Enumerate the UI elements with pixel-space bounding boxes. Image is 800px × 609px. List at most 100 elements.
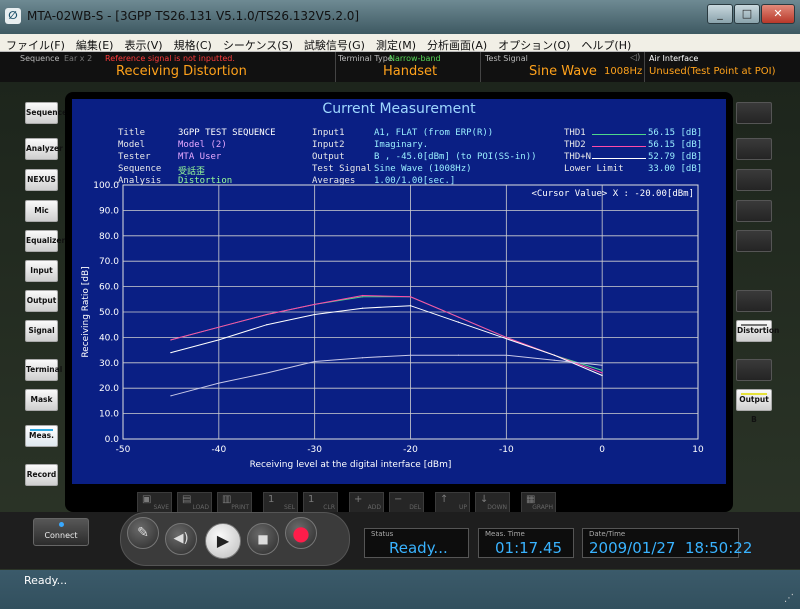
save-label: SAVE xyxy=(153,504,169,511)
menu-sequence[interactable]: シーケンス(S) xyxy=(217,35,298,53)
equalizer-button[interactable]: Equalizer xyxy=(25,230,65,252)
connect-button[interactable]: Connect xyxy=(33,518,89,546)
terminal-label: Terminal Type xyxy=(338,54,393,63)
data-point xyxy=(601,374,603,377)
menu-view[interactable]: 表示(V) xyxy=(118,35,167,53)
del-button[interactable]: − DEL xyxy=(389,492,424,513)
menu-analysis-screen[interactable]: 分析画面(A) xyxy=(421,35,492,53)
close-button[interactable]: ✕ xyxy=(761,4,795,24)
menu-edit[interactable]: 編集(E) xyxy=(70,35,119,53)
indicator-bar xyxy=(741,324,767,326)
add-label: ADD xyxy=(367,504,381,511)
data-point xyxy=(601,372,603,374)
transport-area: Connect ✎ ◀) ▶ ■ ● Status Ready... Meas.… xyxy=(0,512,800,569)
transport-controls: ✎ ◀) ▶ ■ ● xyxy=(120,512,350,566)
x-tick-label: -30 xyxy=(307,445,322,455)
menu-file[interactable]: ファイル(F) xyxy=(0,35,70,53)
data-point xyxy=(409,296,412,298)
right-slot-button[interactable] xyxy=(736,102,772,124)
right-slot-button[interactable] xyxy=(736,138,772,160)
menu-help[interactable]: ヘルプ(H) xyxy=(575,35,636,53)
app-icon: ∅ xyxy=(5,8,21,24)
meas-time-panel: Meas. Time 01:17.45 xyxy=(478,528,574,558)
speaker-icon: ◁) xyxy=(630,53,641,63)
analyzer-button[interactable]: Analyzer xyxy=(25,138,63,160)
measurement-monitor: Current Measurement Title 3GPP TEST SEQU… xyxy=(65,92,733,513)
signal-value: Sine Wave xyxy=(529,64,597,79)
status-value: Ready... xyxy=(389,539,448,557)
data-point xyxy=(505,354,507,356)
window-title: MTA-02WB-S - [3GPP TS26.131 V5.1.0/TS26.… xyxy=(27,9,360,23)
clr-icon: 1 xyxy=(308,494,315,505)
nexus-button[interactable]: NEXUS xyxy=(25,169,58,191)
graph-icon: ▦ xyxy=(526,494,536,505)
play-button[interactable]: ▶ xyxy=(205,523,241,559)
save-button[interactable]: ▣ SAVE xyxy=(137,492,172,513)
meas-button[interactable]: Meas. xyxy=(25,425,58,447)
main-panel: Sequence Analyzer NEXUS Mic Equalizer In… xyxy=(0,82,800,570)
status-panel: Status Ready... xyxy=(364,528,469,558)
y-tick-label: 90.0 xyxy=(99,206,119,216)
record-transport-button[interactable]: ● xyxy=(285,517,317,549)
distortion-button[interactable]: Distortion xyxy=(736,320,779,342)
y-tick-label: 30.0 xyxy=(99,359,119,369)
data-point xyxy=(266,372,268,374)
stop-button[interactable]: ■ xyxy=(247,523,279,555)
menu-options[interactable]: オプション(O) xyxy=(492,35,575,53)
up-button[interactable]: ↑ UP xyxy=(435,492,470,513)
y-tick-label: 100.0 xyxy=(93,181,119,191)
right-slot-button[interactable] xyxy=(736,290,772,312)
datetime-label: Date/Time xyxy=(589,530,626,538)
x-tick-label: -40 xyxy=(211,445,226,455)
mask-button[interactable]: Mask xyxy=(25,389,58,411)
down-button[interactable]: ↓ DOWN xyxy=(475,492,510,513)
terminal-value: Handset xyxy=(383,64,438,79)
reference-warning: Reference signal is not inputted. xyxy=(105,54,235,63)
data-point xyxy=(409,354,412,356)
right-slot-button[interactable] xyxy=(736,169,772,191)
sequence-button[interactable]: Sequence xyxy=(25,102,67,124)
graph-button[interactable]: ▦ GRAPH xyxy=(521,492,556,513)
mic-button[interactable]: Mic xyxy=(25,200,58,222)
menu-standard[interactable]: 規格(C) xyxy=(168,35,217,53)
record-icon: ● xyxy=(292,521,310,545)
air-interface-value: Unused(Test Point at POI) xyxy=(649,66,776,77)
measurement-screen: Current Measurement Title 3GPP TEST SEQU… xyxy=(72,99,726,484)
resize-grip-icon[interactable]: ⋰ xyxy=(784,593,794,604)
meas-label: Meas. xyxy=(29,431,54,440)
sel-icon: 1 xyxy=(268,494,275,505)
minimize-button[interactable]: _ xyxy=(707,4,733,24)
status-header: Sequence Ear x 2 Reference signal is not… xyxy=(0,52,800,82)
right-slot-button[interactable] xyxy=(736,359,772,381)
distortion-chart[interactable]: 0.0 10.0 20.0 30.0 40.0 50.0 60.0 70.0 80.0 90.0 1… xyxy=(72,99,726,484)
maximize-button[interactable]: □ xyxy=(734,4,760,24)
data-point xyxy=(553,359,555,361)
output-button[interactable]: Output xyxy=(25,290,58,312)
x-tick-label: -10 xyxy=(499,445,514,455)
speaker-button[interactable]: ◀) xyxy=(165,523,197,555)
sequence-label: Sequence xyxy=(20,54,60,63)
input-button[interactable]: Input xyxy=(25,260,58,282)
right-slot-button[interactable] xyxy=(736,200,772,222)
terminal-button[interactable]: Terminal xyxy=(25,359,62,381)
menu-test-signal[interactable]: 試験信号(G) xyxy=(298,35,370,53)
right-slot-button[interactable] xyxy=(736,230,772,252)
sel-label: SEL xyxy=(284,504,295,511)
clr-button[interactable]: 1 CLR xyxy=(303,492,338,513)
sel-button[interactable]: 1 SEL xyxy=(263,492,298,513)
record-button[interactable]: Record xyxy=(25,464,58,486)
load-button[interactable]: ▤ LOAD xyxy=(177,492,212,513)
data-point xyxy=(361,357,364,359)
data-point xyxy=(314,360,316,363)
status-bar-text: Ready... xyxy=(24,574,68,587)
microphone-button[interactable]: ✎ xyxy=(127,517,159,549)
menu-measure[interactable]: 測定(M) xyxy=(370,35,421,53)
connect-label: Connect xyxy=(44,531,78,540)
data-point xyxy=(170,395,172,397)
add-button[interactable]: + ADD xyxy=(349,492,384,513)
y-axis-label: Receiving Ratio [dB] xyxy=(81,266,91,357)
output-b-button[interactable]: Output B xyxy=(736,389,772,424)
signal-button[interactable]: Signal xyxy=(25,320,58,342)
y-tick-label: 20.0 xyxy=(99,384,119,394)
print-button[interactable]: ▥ PRINT xyxy=(217,492,252,513)
